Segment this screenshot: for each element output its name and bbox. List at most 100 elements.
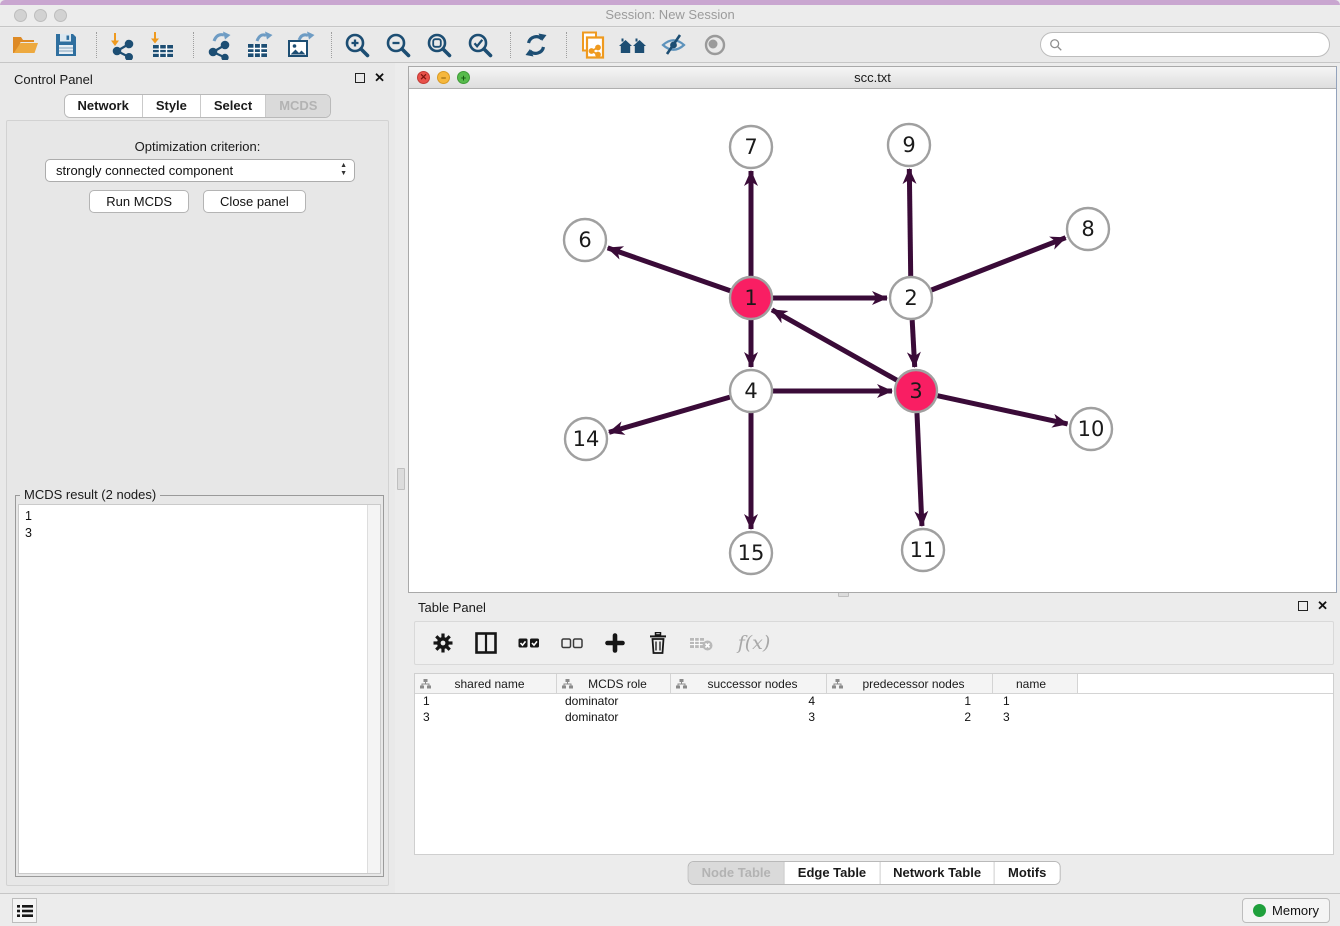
graph-node-9[interactable]: 9 [888, 124, 930, 166]
tab-edge-table[interactable]: Edge Table [785, 862, 880, 884]
graph-node-14[interactable]: 14 [565, 418, 607, 460]
graph-edge-1-6[interactable] [608, 248, 731, 291]
column-header-mcds-role[interactable]: MCDS role [557, 674, 671, 693]
cell-predecessor-nodes[interactable]: 1 [827, 694, 993, 710]
refresh-network-icon[interactable] [521, 30, 551, 60]
cell-name[interactable]: 1 [993, 694, 1078, 710]
window-titlebar: Session: New Session [0, 0, 1340, 27]
tab-motifs[interactable]: Motifs [995, 862, 1059, 884]
graph-edge-2-9[interactable] [909, 169, 910, 276]
tab-select[interactable]: Select [201, 95, 266, 117]
toolbar-separator [566, 32, 567, 58]
node-table: shared name MCDS role successor nodes pr… [414, 673, 1334, 855]
cell-predecessor-nodes[interactable]: 2 [827, 710, 993, 726]
import-table-icon[interactable] [148, 30, 178, 60]
tab-network-table[interactable]: Network Table [880, 862, 995, 884]
table-row[interactable]: 1 dominator 4 1 1 [415, 694, 1333, 710]
graph-node-6[interactable]: 6 [564, 219, 606, 261]
show-panels-icon[interactable] [700, 30, 730, 60]
home-icon[interactable] [618, 30, 648, 60]
graph-node-4[interactable]: 4 [730, 370, 772, 412]
graph-node-2[interactable]: 2 [890, 277, 932, 319]
graph-edge-3-10[interactable] [937, 396, 1067, 424]
cell-successor-nodes[interactable]: 3 [671, 710, 827, 726]
cell-mcds-role[interactable]: dominator [557, 694, 671, 710]
graph-edge-2-8[interactable] [931, 238, 1065, 290]
memory-button[interactable]: Memory [1242, 898, 1330, 923]
graph-edge-4-14[interactable] [609, 397, 730, 432]
svg-text:6: 6 [578, 228, 591, 252]
graph-node-15[interactable]: 15 [730, 532, 772, 574]
split-columns-icon[interactable] [474, 631, 498, 655]
delete-table-icon[interactable] [689, 631, 713, 655]
control-panel-title: Control Panel [14, 72, 93, 87]
window-title: Session: New Session [0, 7, 1340, 22]
add-column-icon[interactable] [603, 631, 627, 655]
network-graph[interactable]: 7 9 6 8 1 2 4 3 14 10 15 11 [409, 89, 1336, 592]
zoom-fit-icon[interactable] [424, 30, 454, 60]
zoom-in-icon[interactable] [342, 30, 372, 60]
network-canvas[interactable]: 7 9 6 8 1 2 4 3 14 10 15 11 [409, 89, 1336, 592]
export-table-icon[interactable] [245, 30, 275, 60]
column-header-predecessor-nodes[interactable]: predecessor nodes [827, 674, 993, 693]
table-panel-float-icon[interactable] [1298, 601, 1308, 611]
run-mcds-button[interactable]: Run MCDS [89, 190, 189, 213]
tab-style[interactable]: Style [143, 95, 201, 117]
table-panel-close-icon[interactable]: ✕ [1317, 601, 1328, 611]
graph-node-10[interactable]: 10 [1070, 408, 1112, 450]
graph-edge-3-1[interactable] [772, 310, 897, 380]
column-header-successor-nodes[interactable]: successor nodes [671, 674, 827, 693]
graph-node-11[interactable]: 11 [902, 529, 944, 571]
search-field[interactable] [1040, 32, 1330, 57]
unselect-all-columns-icon[interactable] [560, 631, 584, 655]
svg-text:9: 9 [902, 133, 915, 157]
graph-node-8[interactable]: 8 [1067, 208, 1109, 250]
control-panel-float-icon[interactable] [355, 73, 365, 83]
import-network-icon[interactable] [107, 30, 137, 60]
column-header-shared-name[interactable]: shared name [415, 674, 557, 693]
close-panel-button[interactable]: Close panel [203, 190, 306, 213]
function-builder-icon[interactable]: f(x) [732, 631, 776, 655]
graph-edge-2-3[interactable] [912, 320, 915, 367]
task-history-button[interactable] [12, 898, 37, 923]
vertical-splitter-handle[interactable] [397, 468, 405, 490]
cell-successor-nodes[interactable]: 4 [671, 694, 827, 710]
tab-node-table[interactable]: Node Table [689, 862, 785, 884]
criterion-dropdown[interactable]: strongly connected component ▲▼ [45, 159, 355, 182]
zoom-selected-icon[interactable] [465, 30, 495, 60]
cell-name[interactable]: 3 [993, 710, 1078, 726]
delete-column-icon[interactable] [646, 631, 670, 655]
open-session-icon[interactable] [10, 30, 40, 60]
graph-node-3[interactable]: 3 [895, 370, 937, 412]
mcds-result-textarea[interactable]: 1 3 [18, 504, 381, 874]
svg-text:7: 7 [744, 135, 757, 159]
save-session-icon[interactable] [51, 30, 81, 60]
column-header-name[interactable]: name [993, 674, 1078, 693]
tab-mcds[interactable]: MCDS [266, 95, 330, 117]
search-input[interactable] [1067, 35, 1329, 55]
graph-node-1[interactable]: 1 [730, 277, 772, 319]
network-window-titlebar[interactable]: ✕ − + scc.txt [409, 67, 1336, 89]
cell-shared-name[interactable]: 3 [415, 710, 557, 726]
svg-text:8: 8 [1081, 217, 1094, 241]
graph-node-7[interactable]: 7 [730, 126, 772, 168]
table-browser-tabs: Node Table Edge Table Network Table Moti… [688, 861, 1061, 885]
network-window-title: scc.txt [409, 70, 1336, 85]
zoom-out-icon[interactable] [383, 30, 413, 60]
cell-mcds-role[interactable]: dominator [557, 710, 671, 726]
cell-shared-name[interactable]: 1 [415, 694, 557, 710]
export-network-icon[interactable] [204, 30, 234, 60]
control-panel-close-icon[interactable]: ✕ [374, 73, 385, 83]
graph-edge-3-11[interactable] [917, 413, 922, 526]
result-scrollbar[interactable] [367, 505, 380, 873]
list-icon [17, 904, 33, 918]
select-all-columns-icon[interactable] [517, 631, 541, 655]
table-row[interactable]: 3 dominator 3 2 3 [415, 710, 1333, 726]
new-network-from-file-icon[interactable] [577, 30, 607, 60]
tab-network[interactable]: Network [65, 95, 143, 117]
hide-panels-icon[interactable] [659, 30, 689, 60]
export-image-icon[interactable] [286, 30, 316, 60]
table-settings-icon[interactable] [431, 631, 455, 655]
column-type-icon [420, 679, 431, 689]
toolbar-separator [193, 32, 194, 58]
